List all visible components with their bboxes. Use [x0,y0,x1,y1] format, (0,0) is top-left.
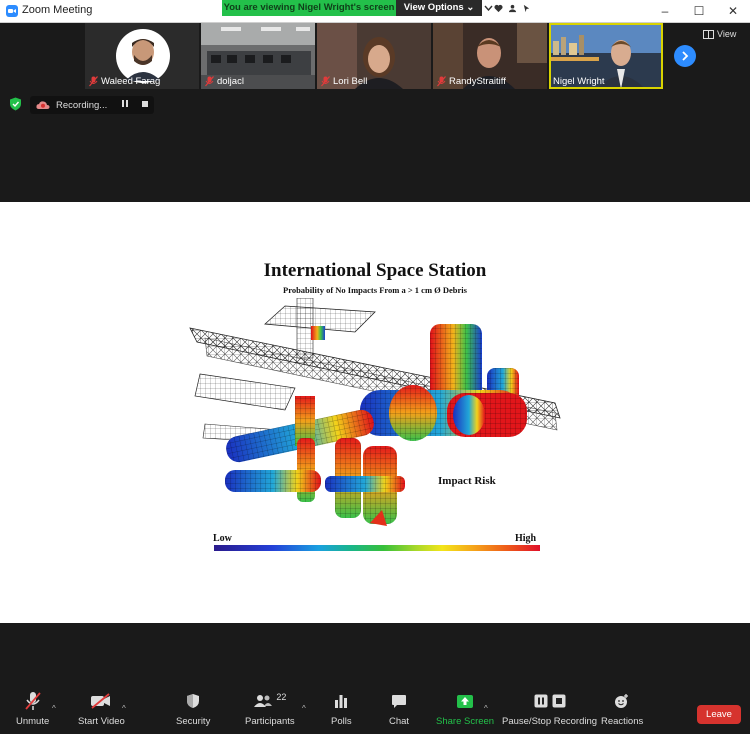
top-icons-right [491,0,533,16]
stop-recording-icon[interactable] [141,100,149,111]
pause-stop-recording-label: Pause/Stop Recording [502,716,598,727]
risk-color-scale [214,545,540,551]
participant-name: RandyStraitiff [449,76,506,87]
view-options-label: View Options [403,2,464,13]
chat-icon [392,694,407,708]
iss-impact-model-figure [189,298,561,526]
view-button[interactable]: View [703,29,736,39]
pointer-icon[interactable] [519,0,533,16]
participant-thumbnail[interactable]: doljacl [201,23,315,89]
scale-low-label: Low [213,533,232,544]
reactions-button[interactable]: Reactions [601,690,643,727]
participant-name: Nigel Wright [553,76,605,87]
caret-up-icon[interactable]: ^ [52,704,56,713]
share-screen-icon [457,694,474,708]
recording-indicator: Recording... [30,96,154,114]
viewing-banner: You are viewing Nigel Wright's screen [222,0,396,16]
shared-screen: International Space Station Probability … [0,202,750,623]
pause-icon [534,694,548,708]
caret-up-icon[interactable]: ^ [122,704,126,713]
chevron-down-icon: ⌄ [466,2,475,13]
smiley-plus-icon [615,694,629,708]
next-page-button[interactable] [674,45,696,67]
slide-title: International Space Station [263,260,487,281]
participants-button[interactable]: 22 Participants [245,690,295,727]
share-screen-label: Share Screen [436,716,495,727]
meeting-toolbar: Unmute ^ Start Video ^ Security 22 Parti… [0,687,750,734]
participant-thumbnail[interactable]: Waleed Farag [85,23,199,89]
start-video-button[interactable]: Start Video [78,690,125,727]
reactions-label: Reactions [601,716,644,727]
pause-recording-icon[interactable] [121,99,129,111]
participant-strip: Waleed Farag doljacl Lori Bell RandyStra… [85,23,663,89]
minimize-button[interactable]: – [648,0,682,22]
close-button[interactable]: ✕ [716,0,750,22]
security-shield-icon[interactable] [9,97,22,111]
polls-button[interactable]: Polls [331,690,352,727]
view-button-label: View [717,29,737,39]
security-label: Security [176,716,211,727]
muted-mic-icon [321,76,330,87]
leave-button[interactable]: Leave [697,705,741,724]
participants-label: Participants [245,716,295,727]
pause-stop-recording-button[interactable]: Pause/Stop Recording [502,690,597,727]
muted-mic-icon [89,76,98,87]
video-off-icon [91,693,111,709]
title-bar: Zoom Meeting You are viewing Nigel Wrigh… [0,0,750,23]
scale-high-label: High [515,533,537,544]
participant-name: Lori Bell [333,76,368,87]
participant-thumbnail-active[interactable]: Nigel Wright [549,23,663,89]
grid-icon [703,29,714,39]
zoom-app-icon [6,5,18,17]
recording-label: Recording... [56,99,108,111]
chat-label: Chat [389,716,410,727]
muted-microphone-icon [24,692,41,710]
muted-mic-icon [205,76,214,87]
view-options-button[interactable]: View Options ⌄ [396,0,482,16]
participants-count: 22 [276,692,287,702]
start-video-label: Start Video [78,716,125,727]
unmute-label: Unmute [16,716,50,727]
heart-icon[interactable] [491,0,505,16]
unmute-button[interactable]: Unmute [16,690,49,727]
caret-up-icon[interactable]: ^ [302,704,306,713]
stop-icon [552,694,566,708]
polls-label: Polls [331,716,352,727]
cloud-record-icon [36,101,50,109]
participant-thumbnail[interactable]: RandyStraitiff [433,23,547,89]
participant-name: Waleed Farag [101,76,161,87]
impact-risk-label: Impact Risk [438,475,496,487]
participant-thumbnail[interactable]: Lori Bell [317,23,431,89]
window-title: Zoom Meeting [22,4,93,16]
user-icon[interactable] [505,0,519,16]
slide-subtitle: Probability of No Impacts From a > 1 cm … [283,285,467,295]
chevron-right-icon [682,51,689,61]
security-button[interactable]: Security [176,690,210,727]
polls-icon [335,695,348,708]
caret-up-icon[interactable]: ^ [484,704,488,713]
chat-button[interactable]: Chat [389,690,409,727]
maximize-button[interactable]: ☐ [682,0,716,22]
shield-icon [187,694,200,708]
participant-name: doljacl [217,76,244,87]
participants-icon [254,695,273,707]
muted-mic-icon [437,76,446,87]
